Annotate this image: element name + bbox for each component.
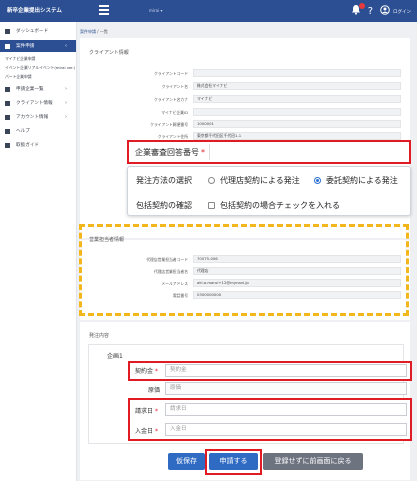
apply-button[interactable]: 申請する: [209, 453, 258, 470]
required-mark: *: [155, 368, 159, 375]
agency-rep-name-value: 代理店: [193, 267, 401, 275]
sidebar-item-label: ヘルプ: [16, 129, 30, 134]
chevron-icon: ›: [65, 114, 67, 120]
sidebar-item-label: ダッシュボード: [16, 29, 49, 34]
contract-amount-input[interactable]: 契約金: [165, 364, 407, 377]
breadcrumb: 案件申請 / 一覧: [80, 29, 108, 35]
draft-save-button[interactable]: 仮保存: [168, 453, 205, 470]
radio-commission-label[interactable]: 委託契約による発注: [326, 175, 398, 186]
invoice-date-label: 請求日 *: [135, 406, 158, 415]
payment-date-input[interactable]: 入金日: [165, 423, 407, 436]
payment-date-text: 入金日: [135, 428, 154, 435]
hamburger-icon[interactable]: [99, 5, 109, 15]
user-circle-icon[interactable]: [380, 4, 390, 19]
sidebar-item-label: 取扱ガイド: [16, 143, 39, 148]
sidebar-item-label: クライアント情報: [16, 101, 53, 106]
plan-label: 企画1: [107, 353, 123, 360]
client-kana-value: マイナビ: [193, 95, 401, 103]
required-mark: *: [155, 408, 159, 415]
required-mark: *: [155, 428, 159, 435]
back-button[interactable]: 登録せずに前画面に戻る: [263, 453, 363, 470]
list-icon: [5, 86, 10, 92]
postal-code-label: クライアント郵便番号: [150, 122, 188, 127]
sidebar-item-label: 申請企業一覧: [16, 87, 44, 92]
company-review-number-input[interactable]: [209, 144, 407, 160]
company-review-number-text: 企業審査回答番号: [135, 148, 199, 157]
sidebar-item-help[interactable]: ヘルプ: [0, 125, 76, 137]
bulk-contract-checkbox-label[interactable]: 包括契約の場合チェックを入れる: [220, 200, 340, 211]
question-icon[interactable]: ?: [368, 6, 373, 18]
sidebar-subitem-event[interactable]: イベント企業リアルイベント(mirai ver.): [0, 63, 76, 72]
email-value: aki.a.marui+12@mynavi.jp: [193, 279, 401, 287]
client-name-value: 株式会社マイナビ: [193, 82, 401, 90]
client-kana-label: クライアント名カナ: [153, 97, 188, 102]
sales-rep-title: 営業担当者情報: [89, 237, 125, 243]
user-name[interactable]: ログイン: [393, 9, 411, 15]
sidebar-item-guide[interactable]: 取扱ガイド: [0, 139, 76, 151]
sidebar-item-account-info[interactable]: アカウント情報 ›: [0, 111, 76, 123]
chevron-icon: ‹: [65, 43, 67, 49]
radio-agency-label[interactable]: 代理店契約による発注: [220, 175, 300, 186]
chevron-icon: ›: [65, 86, 67, 92]
client-icon: [5, 100, 10, 106]
required-mark: *: [201, 148, 205, 157]
sidebar-item-dashboard[interactable]: ダッシュボード: [0, 25, 76, 37]
client-code-label: クライアントコード: [153, 71, 188, 76]
help-icon: [5, 128, 10, 134]
radio-commission[interactable]: [314, 177, 321, 184]
client-info-title: クライアント情報: [89, 50, 129, 56]
chevron-icon: ›: [65, 100, 67, 106]
bulk-contract-label: 包括契約の確認: [136, 201, 192, 210]
sidebar: ダッシュボード 案件申請 ‹ マイナビ企業申請 イベント企業リアルイベント(mi…: [0, 22, 77, 481]
cost-input[interactable]: 原価: [165, 382, 407, 395]
cost-label: 原価: [148, 387, 161, 394]
header-actions: ? ログイン: [351, 3, 411, 19]
phone-value: 0300000000: [193, 291, 401, 299]
invoice-date-input[interactable]: 請求日: [165, 403, 407, 416]
address-value: 東京都千代田区千代田1-1: [193, 132, 401, 140]
sidebar-item-application[interactable]: 案件申請 ‹: [0, 40, 76, 52]
sidebar-subitem-mynavi[interactable]: マイナビ企業申請: [0, 54, 76, 63]
notification-badge: [358, 3, 365, 9]
phone-label: 電話番号: [172, 293, 188, 298]
contract-amount-label: 契約金 *: [135, 366, 158, 375]
mynavi-id-value: [193, 108, 401, 116]
breadcrumb-current: 一覧: [99, 29, 108, 34]
company-review-number-label: 企業審査回答番号 *: [135, 147, 205, 158]
application-icon: [5, 43, 10, 49]
radio-agency[interactable]: [208, 177, 215, 184]
order-method-callout: 発注方法の選択 代理店契約による発注 委託契約による発注 包括契約の確認 包括契…: [127, 166, 411, 216]
company-review-number-callout: 企業審査回答番号 *: [127, 140, 411, 164]
header-selector[interactable]: mirai ▾: [149, 8, 163, 13]
payment-date-label: 入金日 *: [135, 426, 158, 435]
app-title: 新卒企業提出システム: [7, 8, 62, 14]
sidebar-item-client-info[interactable]: クライアント情報 ›: [0, 97, 76, 109]
account-icon: [5, 114, 10, 120]
agency-rep-name-label: 代理店営業担当者名: [153, 269, 188, 274]
sidebar-item-label: アカウント情報: [16, 115, 49, 120]
dashboard-icon: [5, 28, 10, 34]
mynavi-id-label: マイナビ企業ID: [161, 110, 188, 115]
agency-rep-code-label: 代理店営業担当者コード: [146, 257, 188, 262]
invoice-date-text: 請求日: [135, 408, 154, 415]
sidebar-item-company-list[interactable]: 申請企業一覧 ›: [0, 83, 76, 95]
contract-amount-text: 契約金: [135, 368, 154, 375]
sidebar-item-label: 案件申請: [16, 44, 35, 49]
bulk-contract-checkbox[interactable]: [208, 202, 215, 209]
breadcrumb-link[interactable]: 案件申請: [80, 29, 96, 34]
bell-icon[interactable]: [351, 3, 365, 19]
email-label: メールアドレス: [161, 281, 188, 286]
client-code-value: [193, 69, 401, 77]
order-method-label: 発注方法の選択: [136, 176, 192, 185]
order-content-title: 発注内容: [89, 333, 110, 339]
client-name-label: クライアント名: [161, 84, 188, 89]
top-header: 新卒企業提出システム mirai ▾ ? ログイン: [0, 0, 417, 22]
guide-icon: [5, 142, 10, 148]
sidebar-subitem-part[interactable]: パート企業申請: [0, 72, 76, 81]
postal-code-value: 1000001: [193, 120, 401, 128]
agency-rep-code-value: 70075-006: [193, 255, 401, 263]
